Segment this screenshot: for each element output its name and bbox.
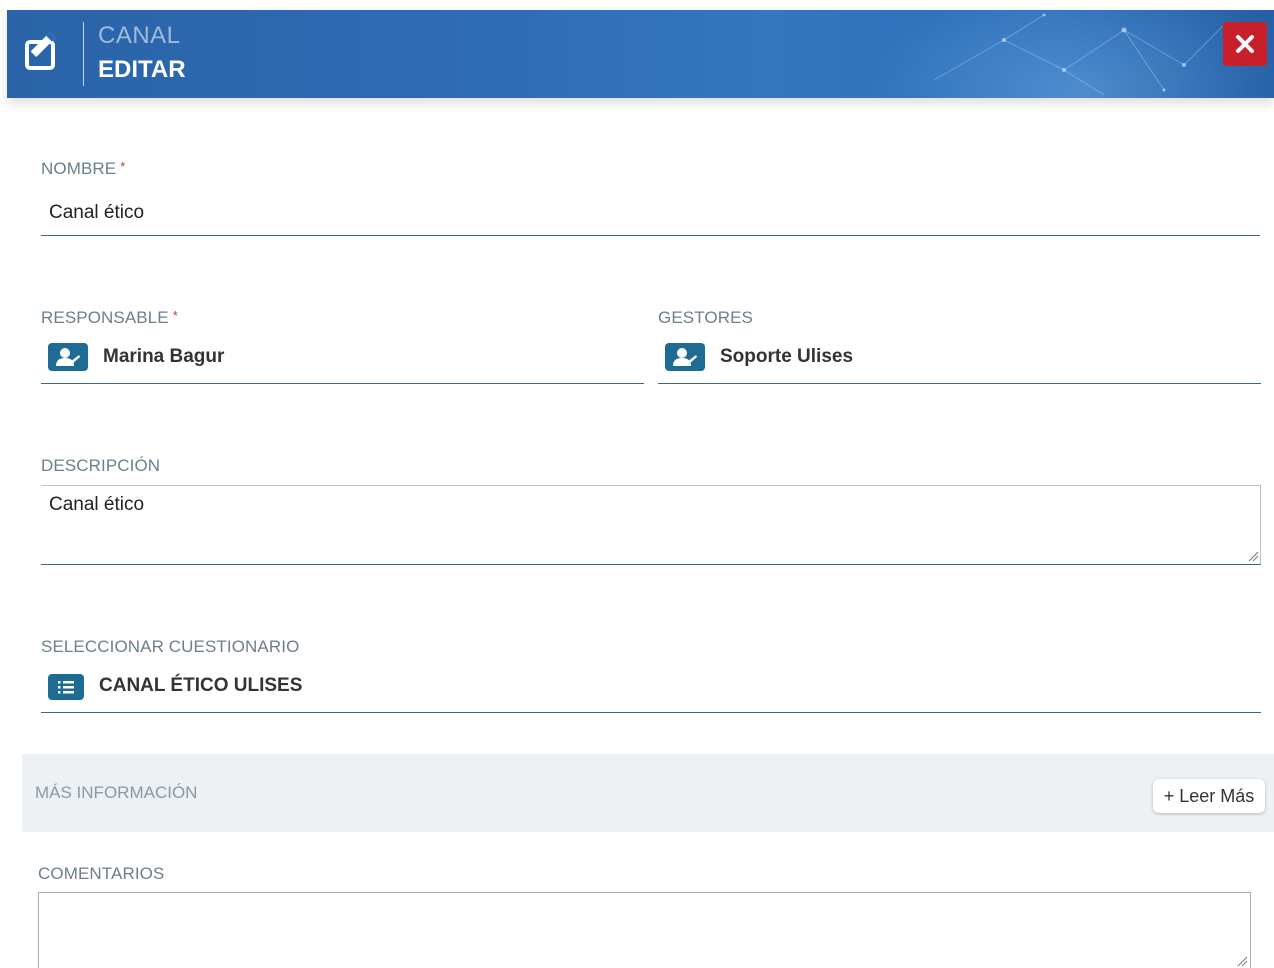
close-icon [1236, 35, 1254, 53]
user-icon [673, 348, 697, 366]
responsable-underline [41, 383, 644, 384]
descripcion-value: Canal ético [49, 494, 145, 515]
nombre-field[interactable]: Canal ético [49, 202, 144, 224]
required-mark: * [120, 159, 126, 174]
gestores-value[interactable]: Soporte Ulises [720, 346, 853, 368]
header-divider [83, 22, 84, 86]
cuestionario-value[interactable]: CANAL ÉTICO ULISES [99, 675, 302, 697]
close-button[interactable] [1223, 22, 1267, 66]
header-mode-title: EDITAR [98, 56, 186, 83]
responsable-user-chip [48, 343, 88, 371]
header-section-title: CANAL [98, 22, 181, 49]
responsable-label: RESPONSABLE * [41, 308, 178, 327]
edit-square-icon [25, 32, 57, 70]
modal-header: CANAL EDITAR [7, 10, 1274, 98]
descripcion-label: DESCRIPCIÓN [41, 456, 161, 475]
responsable-value[interactable]: Marina Bagur [103, 346, 224, 368]
gestores-user-chip [665, 343, 705, 371]
gestores-underline [658, 383, 1261, 384]
resize-handle-icon[interactable] [1236, 955, 1248, 967]
comentarios-textarea[interactable] [38, 892, 1251, 968]
nombre-underline [41, 235, 1260, 236]
descripcion-underline [41, 564, 1261, 565]
comentarios-label: COMENTARIOS [38, 864, 165, 883]
user-icon [56, 348, 80, 366]
cuestionario-label: SELECCIONAR CUESTIONARIO [41, 637, 300, 656]
descripcion-textarea[interactable] [41, 485, 1261, 565]
network-background-graphic [933, 13, 1225, 96]
mas-informacion-label: MÁS INFORMACIÓN [35, 783, 198, 802]
required-mark: * [172, 308, 178, 323]
resize-handle-icon[interactable] [1247, 550, 1259, 562]
leer-mas-button[interactable]: + Leer Más [1153, 779, 1265, 813]
nombre-label: NOMBRE * [41, 159, 126, 178]
list-icon [58, 681, 74, 694]
mas-informacion-bar: MÁS INFORMACIÓN + Leer Más [22, 754, 1274, 832]
cuestionario-underline [41, 712, 1261, 713]
gestores-label: GESTORES [658, 308, 753, 327]
cuestionario-chip [48, 674, 84, 700]
